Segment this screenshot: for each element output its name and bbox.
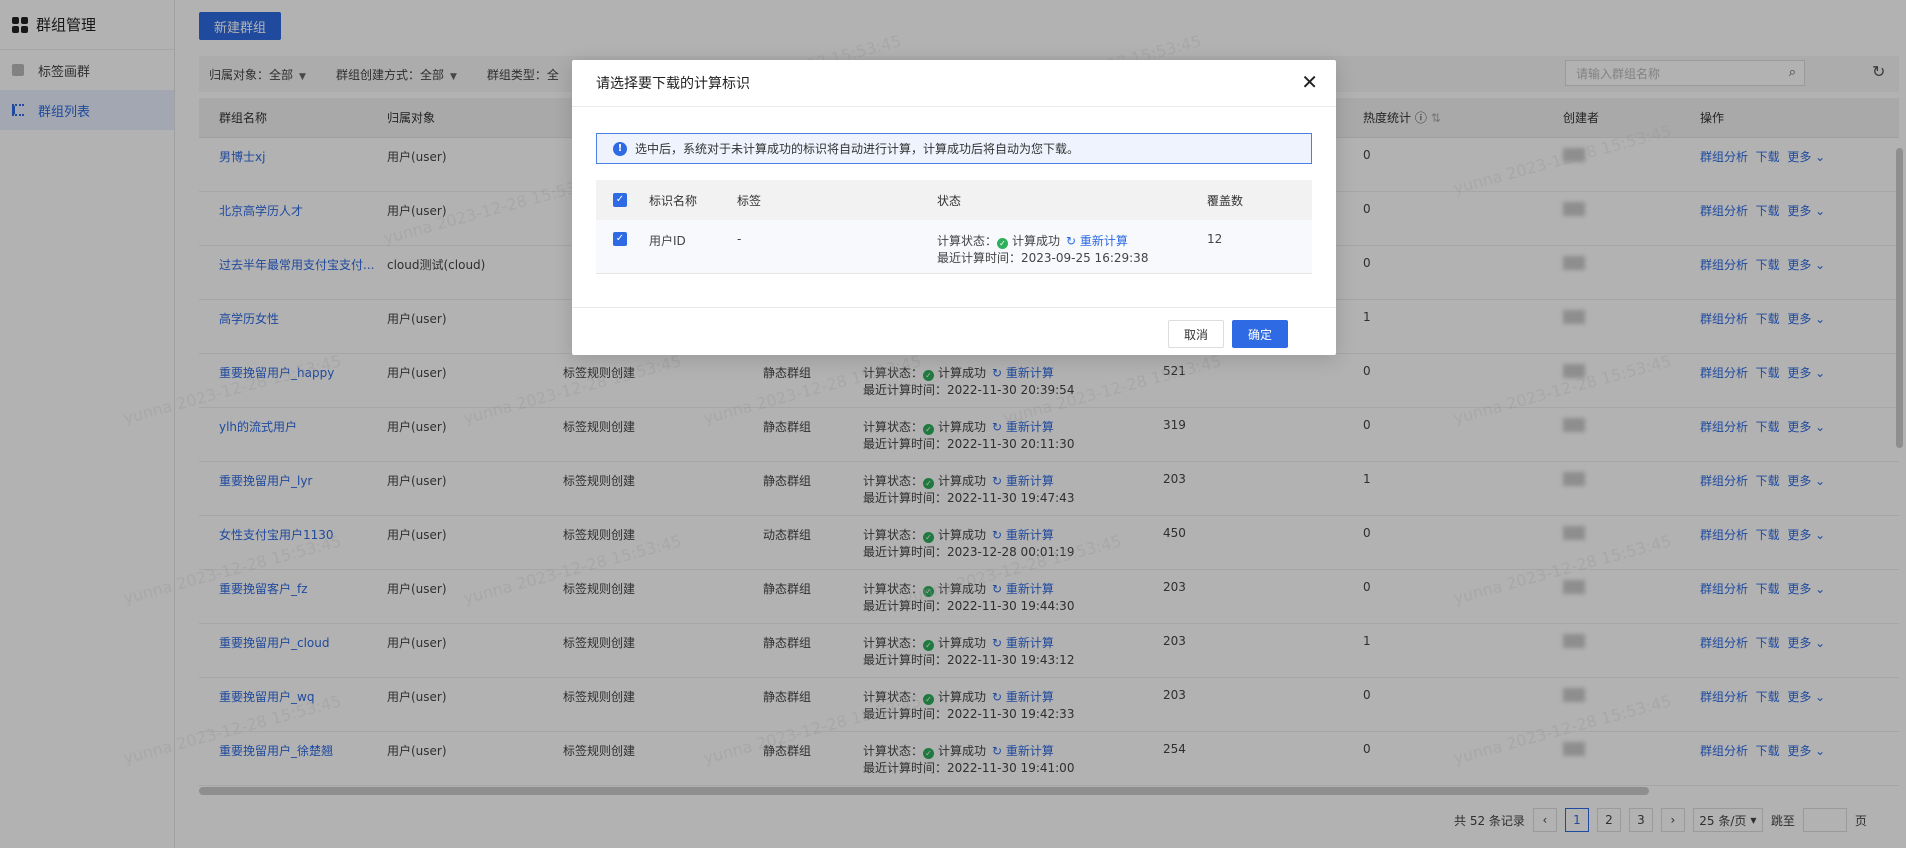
info-icon: ! [613,141,627,156]
modal-table-header: ✓ 标识名称 标签 状态 覆盖数 [596,180,1312,220]
status-text: 计算成功 [1012,234,1061,248]
modal-table: ✓ 标识名称 标签 状态 覆盖数 ✓ 用户ID - 计算状态： ✓ 计算成功 ↻ 重新… [596,180,1312,274]
col-header-identifier: 标识名称 [649,193,698,208]
row-checkbox[interactable]: ✓ [613,232,627,246]
modal-table-row: ✓ 用户ID - 计算状态： ✓ 计算成功 ↻ 重新计算 最近计算时间：2023-09… [596,220,1312,274]
identifier-coverage: 12 [1207,232,1223,246]
modal-title: 请选择要下载的计算标识 [572,60,1336,107]
info-alert: ! 选中后，系统对于未计算成功的标识将自动进行计算，计算成功后将自动为您下载。 [596,133,1312,164]
check-circle-icon: ✓ [997,238,1009,249]
select-all-checkbox[interactable]: ✓ [613,193,627,207]
identifier-status: 计算状态： ✓ 计算成功 ↻ 重新计算 最近计算时间：2023-09-25 16:29… [937,232,1207,266]
last-calc-time: 最近计算时间：2023-09-25 16:29:38 [937,251,1149,265]
alert-text: 选中后，系统对于未计算成功的标识将自动进行计算，计算成功后将自动为您下载。 [635,142,1080,156]
modal-footer: 取消 确定 [572,307,1336,355]
col-header-coverage: 覆盖数 [1207,193,1244,208]
confirm-button[interactable]: 确定 [1232,320,1288,348]
cancel-button[interactable]: 取消 [1168,320,1224,348]
identifier-tag: - [737,232,742,246]
col-header-status: 状态 [937,193,962,208]
close-icon[interactable]: ✕ [1301,72,1318,92]
col-header-tag: 标签 [737,193,762,208]
app-root: 群组管理 标签画群 群组列表 新建群组 归属对象：全部 ▼ 群组创建方式：全部 ▼ … [0,0,1906,848]
identifier-name: 用户ID [649,234,686,248]
recalculate-label: 重新计算 [1079,234,1128,248]
status-prefix: 计算状态： [937,234,998,248]
download-modal: 请选择要下载的计算标识 ✕ ! 选中后，系统对于未计算成功的标识将自动进行计算，… [572,60,1336,355]
recalculate-link[interactable]: ↻ 重新计算 [1066,234,1128,248]
